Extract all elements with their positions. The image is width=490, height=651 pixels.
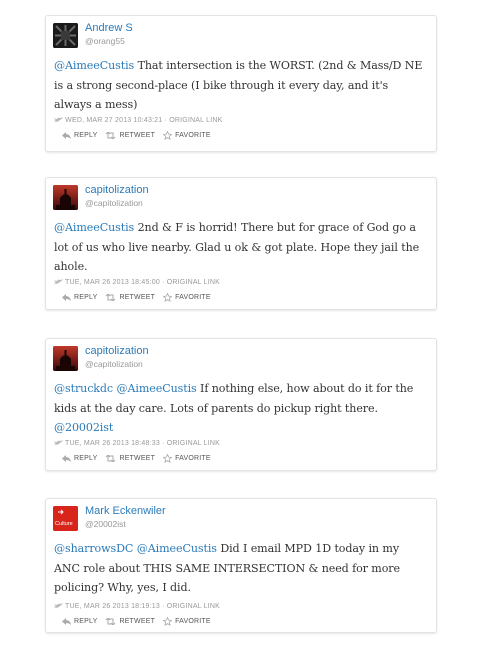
- retweet-button[interactable]: RETWEET: [105, 132, 155, 139]
- avatar[interactable]: [53, 185, 78, 210]
- reply-icon: [62, 455, 71, 462]
- author-handle[interactable]: @orang55: [85, 36, 125, 46]
- retweet-icon: [106, 132, 116, 139]
- star-icon: [163, 454, 173, 463]
- author-name[interactable]: Andrew S: [85, 22, 133, 34]
- mention-link[interactable]: @AimeeCustis: [54, 59, 134, 72]
- retweet-button[interactable]: RETWEET: [105, 618, 155, 625]
- retweet-button[interactable]: RETWEET: [105, 294, 155, 301]
- tweet-meta: TUE, MAR 26 2013 18:48:33 · ORIGINAL LIN…: [54, 440, 220, 447]
- timestamp[interactable]: TUE, MAR 26 2013 18:19:13: [65, 603, 160, 610]
- favorite-button[interactable]: FAVORITE: [163, 293, 211, 302]
- retweet-icon: [106, 455, 116, 462]
- reply-button[interactable]: REPLY: [62, 132, 97, 139]
- reply-button[interactable]: REPLY: [62, 618, 97, 625]
- favorite-button[interactable]: FAVORITE: [163, 454, 211, 463]
- tweet-card: Andrew S @orang55 @AimeeCustis That inte…: [45, 15, 437, 152]
- retweet-button[interactable]: RETWEET: [105, 455, 155, 462]
- tweet-meta: TUE, MAR 26 2013 18:19:13 · ORIGINAL LIN…: [54, 603, 220, 610]
- mention-link[interactable]: @sharrowsDC: [54, 542, 133, 555]
- star-icon: [163, 293, 173, 302]
- tweet-actions: REPLY RETWEET FAVORITE: [62, 131, 219, 140]
- reply-icon: [62, 618, 71, 625]
- author-name[interactable]: capitolization: [85, 184, 149, 196]
- tweet-actions: REPLY RETWEET FAVORITE: [62, 293, 219, 302]
- star-icon: [163, 131, 173, 140]
- author-name[interactable]: capitolization: [85, 345, 149, 357]
- favorite-button[interactable]: FAVORITE: [163, 617, 211, 626]
- avatar[interactable]: [53, 346, 78, 371]
- timestamp[interactable]: WED, MAR 27 2013 10:43:21: [65, 117, 162, 124]
- timestamp[interactable]: TUE, MAR 26 2013 18:48:33: [65, 440, 160, 447]
- avatar[interactable]: [53, 23, 78, 48]
- avatar[interactable]: Culture: [53, 506, 78, 531]
- original-link[interactable]: ORIGINAL LINK: [167, 279, 220, 286]
- tweet-text: @AimeeCustis 2nd & F is horrid! There bu…: [54, 218, 426, 277]
- retweet-icon: [106, 294, 116, 301]
- reply-button[interactable]: REPLY: [62, 294, 97, 301]
- twitter-bird-icon: [54, 279, 63, 285]
- avatar-label: Culture: [55, 521, 73, 527]
- retweet-icon: [106, 618, 116, 625]
- author-handle[interactable]: @capitolization: [85, 359, 143, 369]
- tweet-text: @sharrowsDC @AimeeCustis Did I email MPD…: [54, 539, 426, 598]
- reply-icon: [62, 132, 71, 139]
- tweet-meta: TUE, MAR 26 2013 18:45:00 · ORIGINAL LIN…: [54, 279, 220, 286]
- star-icon: [163, 617, 173, 626]
- favorite-button[interactable]: FAVORITE: [163, 131, 211, 140]
- original-link[interactable]: ORIGINAL LINK: [169, 117, 222, 124]
- tweet-card: capitolization @capitolization @struckdc…: [45, 338, 437, 471]
- original-link[interactable]: ORIGINAL LINK: [167, 440, 220, 447]
- mention-link[interactable]: @AimeeCustis: [54, 221, 134, 234]
- tweet-meta: WED, MAR 27 2013 10:43:21 · ORIGINAL LIN…: [54, 117, 223, 124]
- tweet-actions: REPLY RETWEET FAVORITE: [62, 617, 219, 626]
- tweet-text: @struckdc @AimeeCustis If nothing else, …: [54, 379, 426, 438]
- tweet-text: @AimeeCustis That intersection is the WO…: [54, 56, 426, 115]
- author-name[interactable]: Mark Eckenwiler: [85, 505, 166, 517]
- tweet-card: capitolization @capitolization @AimeeCus…: [45, 177, 437, 310]
- twitter-bird-icon: [54, 440, 63, 446]
- twitter-bird-icon: [54, 603, 63, 609]
- author-handle[interactable]: @capitolization: [85, 198, 143, 208]
- mention-link[interactable]: @struckdc: [54, 382, 113, 395]
- mention-link[interactable]: @AimeeCustis: [116, 382, 196, 395]
- twitter-bird-icon: [54, 117, 63, 123]
- original-link[interactable]: ORIGINAL LINK: [167, 603, 220, 610]
- tweet-actions: REPLY RETWEET FAVORITE: [62, 454, 219, 463]
- mention-link[interactable]: @20002ist: [54, 421, 113, 434]
- timestamp[interactable]: TUE, MAR 26 2013 18:45:00: [65, 279, 160, 286]
- mention-link[interactable]: @AimeeCustis: [137, 542, 217, 555]
- author-handle[interactable]: @20002ist: [85, 519, 126, 529]
- reply-icon: [62, 294, 71, 301]
- reply-button[interactable]: REPLY: [62, 455, 97, 462]
- tweet-card: Culture Mark Eckenwiler @20002ist @sharr…: [45, 498, 437, 633]
